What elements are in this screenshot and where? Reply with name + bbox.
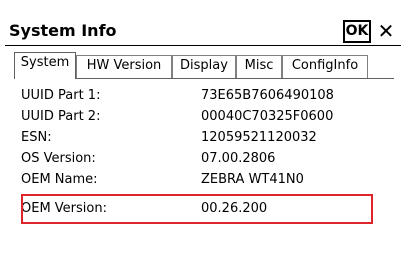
highlight-box [21,194,373,224]
info-label: OEM Name: [21,172,98,187]
ok-button[interactable]: OK [343,20,371,43]
window-title: System Info [9,21,117,40]
info-row-esn: ESN: 12059521120032 [21,128,371,148]
tab-display[interactable]: Display [172,55,236,78]
tab-hw-version[interactable]: HW Version [76,55,172,78]
info-value: ZEBRA WT41N0 [201,172,304,187]
info-value: 12059521120032 [201,130,317,145]
close-icon[interactable]: ✕ [374,20,398,43]
title-bar: System Info OK ✕ [5,18,401,46]
tab-misc[interactable]: Misc [236,55,282,78]
tab-strip: System HW Version Display Misc ConfigInf… [14,52,394,79]
info-value: 73E65B7606490108 [201,88,334,103]
system-info-window: System Info OK ✕ System HW Version Displ… [5,13,401,268]
tab-configinfo[interactable]: ConfigInfo [282,55,368,78]
info-label: OS Version: [21,151,96,166]
info-row-oem-name: OEM Name: ZEBRA WT41N0 [21,170,371,190]
tab-system[interactable]: System [14,52,76,79]
info-label: UUID Part 1: [21,88,101,103]
info-label: ESN: [21,130,52,145]
info-row-os-version: OS Version: 07.00.2806 [21,149,371,169]
info-row-uuid-part-1: UUID Part 1: 73E65B7606490108 [21,86,371,106]
info-value: 07.00.2806 [201,151,276,166]
info-label: UUID Part 2: [21,109,101,124]
info-value: 00040C70325F0600 [201,109,334,124]
info-row-uuid-part-2: UUID Part 2: 00040C70325F0600 [21,107,371,127]
